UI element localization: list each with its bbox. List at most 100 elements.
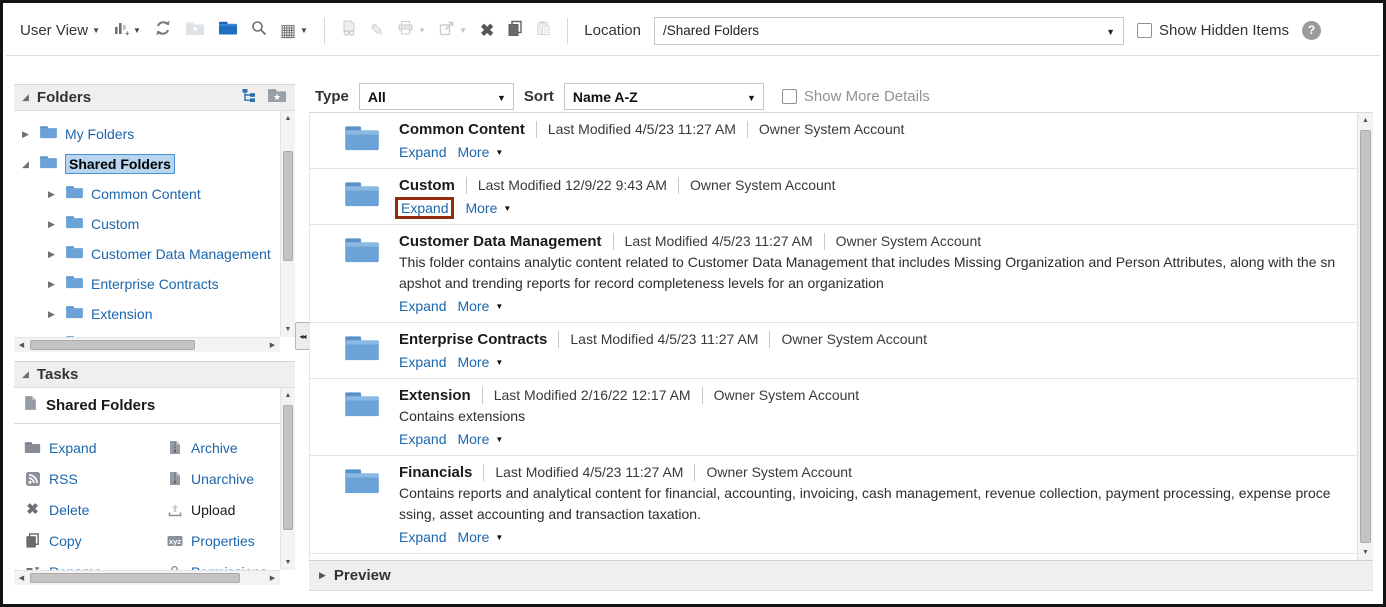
tree-item-label[interactable]: My Folders (65, 126, 134, 142)
more-link[interactable]: More (457, 298, 489, 314)
scrollbar-thumb[interactable] (1360, 130, 1371, 543)
sort-select[interactable]: Name A-Z ▼ (563, 83, 764, 110)
copy-button[interactable] (507, 20, 523, 42)
scrollbar-thumb[interactable] (30, 573, 240, 583)
expand-node-icon[interactable]: ▶ (48, 189, 58, 200)
scroll-down-icon[interactable]: ▼ (281, 555, 295, 570)
task-rename-link[interactable]: Rename (24, 556, 166, 570)
sort-select-value: Name A-Z (572, 88, 638, 105)
collapse-panel-icon[interactable]: ◢ (22, 369, 29, 380)
task-permissions-link[interactable]: Permissions (166, 556, 280, 570)
scroll-left-icon[interactable]: ◀ (14, 571, 29, 585)
task-rss-link[interactable]: RSS (24, 463, 166, 494)
folder-name-link[interactable]: Extension (399, 387, 471, 404)
tree-item[interactable]: ▶ Extension (14, 299, 280, 329)
favorites-folder-icon[interactable]: ★ (267, 88, 287, 108)
last-modified-text: Last Modified 2/16/22 12:17 AM (493, 387, 691, 403)
show-more-details-checkbox[interactable] (781, 89, 797, 104)
expand-node-icon[interactable]: ▶ (48, 309, 58, 320)
expand-link[interactable]: Expand (399, 298, 446, 314)
scroll-up-icon[interactable]: ▲ (281, 388, 295, 403)
search-button[interactable] (251, 20, 267, 41)
tree-item[interactable]: ▶ Enterprise Contracts (14, 269, 280, 299)
scroll-left-icon[interactable]: ◀ (14, 338, 29, 352)
scroll-right-icon[interactable]: ▶ (265, 338, 280, 352)
scroll-down-icon[interactable]: ▼ (1358, 545, 1373, 560)
task-properties-link[interactable]: xyz Properties (166, 525, 280, 556)
expand-link[interactable]: Expand (399, 529, 446, 545)
type-select[interactable]: All ▼ (358, 83, 514, 110)
list-row: Customer Data Management Last Modified 4/… (310, 225, 1357, 323)
tree-item-label[interactable]: Customer Data Management (91, 246, 271, 262)
folder-tree-view-icon[interactable] (241, 88, 258, 108)
tree-item[interactable]: ▶ Common Content (14, 179, 280, 209)
collapse-panel-icon[interactable]: ◢ (22, 92, 29, 103)
tree-item-label[interactable]: Custom (91, 216, 139, 232)
scroll-up-icon[interactable]: ▲ (281, 111, 295, 126)
tree-item[interactable]: ▶ My Folders (14, 119, 280, 149)
folder-name-link[interactable]: Custom (399, 177, 455, 194)
show-hidden-items-checkbox[interactable] (1136, 23, 1152, 38)
location-select[interactable]: /Shared Folders ▼ (653, 16, 1124, 45)
chevron-down-icon: ▼ (496, 93, 506, 103)
view-options-button[interactable]: ▦ ▼ (280, 22, 308, 39)
new-object-button[interactable]: + ▼ (113, 20, 141, 41)
delete-button[interactable]: ✖ (480, 22, 494, 39)
refresh-button[interactable] (154, 19, 172, 42)
expand-link[interactable]: Expand (399, 431, 446, 447)
folder-name-link[interactable]: Customer Data Management (399, 233, 602, 250)
tasks-horizontal-scrollbar[interactable]: ◀ ▶ (14, 570, 280, 585)
tasks-vertical-scrollbar[interactable]: ▲ ▼ (280, 388, 295, 570)
tree-item-label[interactable]: Common Content (91, 186, 201, 202)
new-folder-button[interactable] (218, 20, 238, 41)
more-link[interactable]: More (457, 354, 489, 370)
task-upload-link[interactable]: Upload (166, 494, 280, 525)
expand-link[interactable]: Expand (399, 144, 446, 160)
task-archive-link[interactable]: Archive (166, 432, 280, 463)
task-copy-link[interactable]: Copy (24, 525, 166, 556)
folder-name-link[interactable]: Financials (399, 464, 472, 481)
panel-collapse-splitter[interactable]: ◂◂ (295, 322, 310, 350)
expand-node-icon[interactable]: ▶ (22, 129, 32, 140)
expand-node-icon[interactable]: ▶ (48, 279, 58, 290)
expand-node-icon[interactable]: ▶ (48, 249, 58, 260)
folder-icon (310, 461, 399, 548)
sort-label: Sort (523, 88, 554, 105)
tree-item-label[interactable]: Shared Folders (65, 154, 175, 174)
tree-item[interactable]: ▶ Custom (14, 209, 280, 239)
table-view-icon: ▦ (279, 21, 296, 40)
user-view-menu[interactable]: User View ▼ (20, 22, 100, 39)
task-delete-link[interactable]: ✖ Delete (24, 494, 166, 525)
scrollbar-thumb[interactable] (283, 405, 293, 530)
expand-link[interactable]: Expand (401, 200, 448, 216)
tree-item[interactable]: ▶Financials (14, 329, 280, 337)
tree-item[interactable]: ◢ Shared Folders (14, 149, 280, 179)
more-link[interactable]: More (465, 200, 497, 216)
more-link[interactable]: More (457, 431, 489, 447)
scrollbar-thumb[interactable] (30, 340, 195, 350)
folder-name-link[interactable]: Common Content (399, 121, 525, 138)
task-expand-link[interactable]: Expand (24, 432, 166, 463)
folders-vertical-scrollbar[interactable]: ▲ ▼ (280, 111, 295, 337)
scroll-right-icon[interactable]: ▶ (265, 571, 280, 585)
task-unarchive-link[interactable]: Unarchive (166, 463, 280, 494)
folder-name-link[interactable]: Enterprise Contracts (399, 331, 547, 348)
preview-toggle[interactable]: ▶ Preview (309, 560, 1373, 591)
tree-item-label[interactable]: Extension (91, 306, 152, 322)
more-link[interactable]: More (457, 529, 489, 545)
more-link[interactable]: More (457, 144, 489, 160)
expand-node-icon[interactable]: ▶ (48, 219, 58, 230)
collapse-node-icon[interactable]: ◢ (22, 159, 32, 170)
folders-horizontal-scrollbar[interactable]: ◀ ▶ (14, 337, 280, 352)
scroll-up-icon[interactable]: ▲ (1358, 113, 1373, 128)
list-vertical-scrollbar[interactable]: ▲ ▼ (1357, 113, 1373, 560)
tree-item-label[interactable]: Enterprise Contracts (91, 276, 219, 292)
show-more-details-toggle[interactable]: Show More Details (781, 88, 930, 105)
copy-icon (24, 533, 41, 548)
scrollbar-thumb[interactable] (283, 151, 293, 261)
help-icon[interactable]: ? (1302, 21, 1322, 40)
tree-item[interactable]: ▶ Customer Data Management (14, 239, 280, 269)
expand-link[interactable]: Expand (399, 354, 446, 370)
show-hidden-items-toggle[interactable]: Show Hidden Items (1136, 22, 1289, 39)
scroll-down-icon[interactable]: ▼ (281, 322, 295, 337)
